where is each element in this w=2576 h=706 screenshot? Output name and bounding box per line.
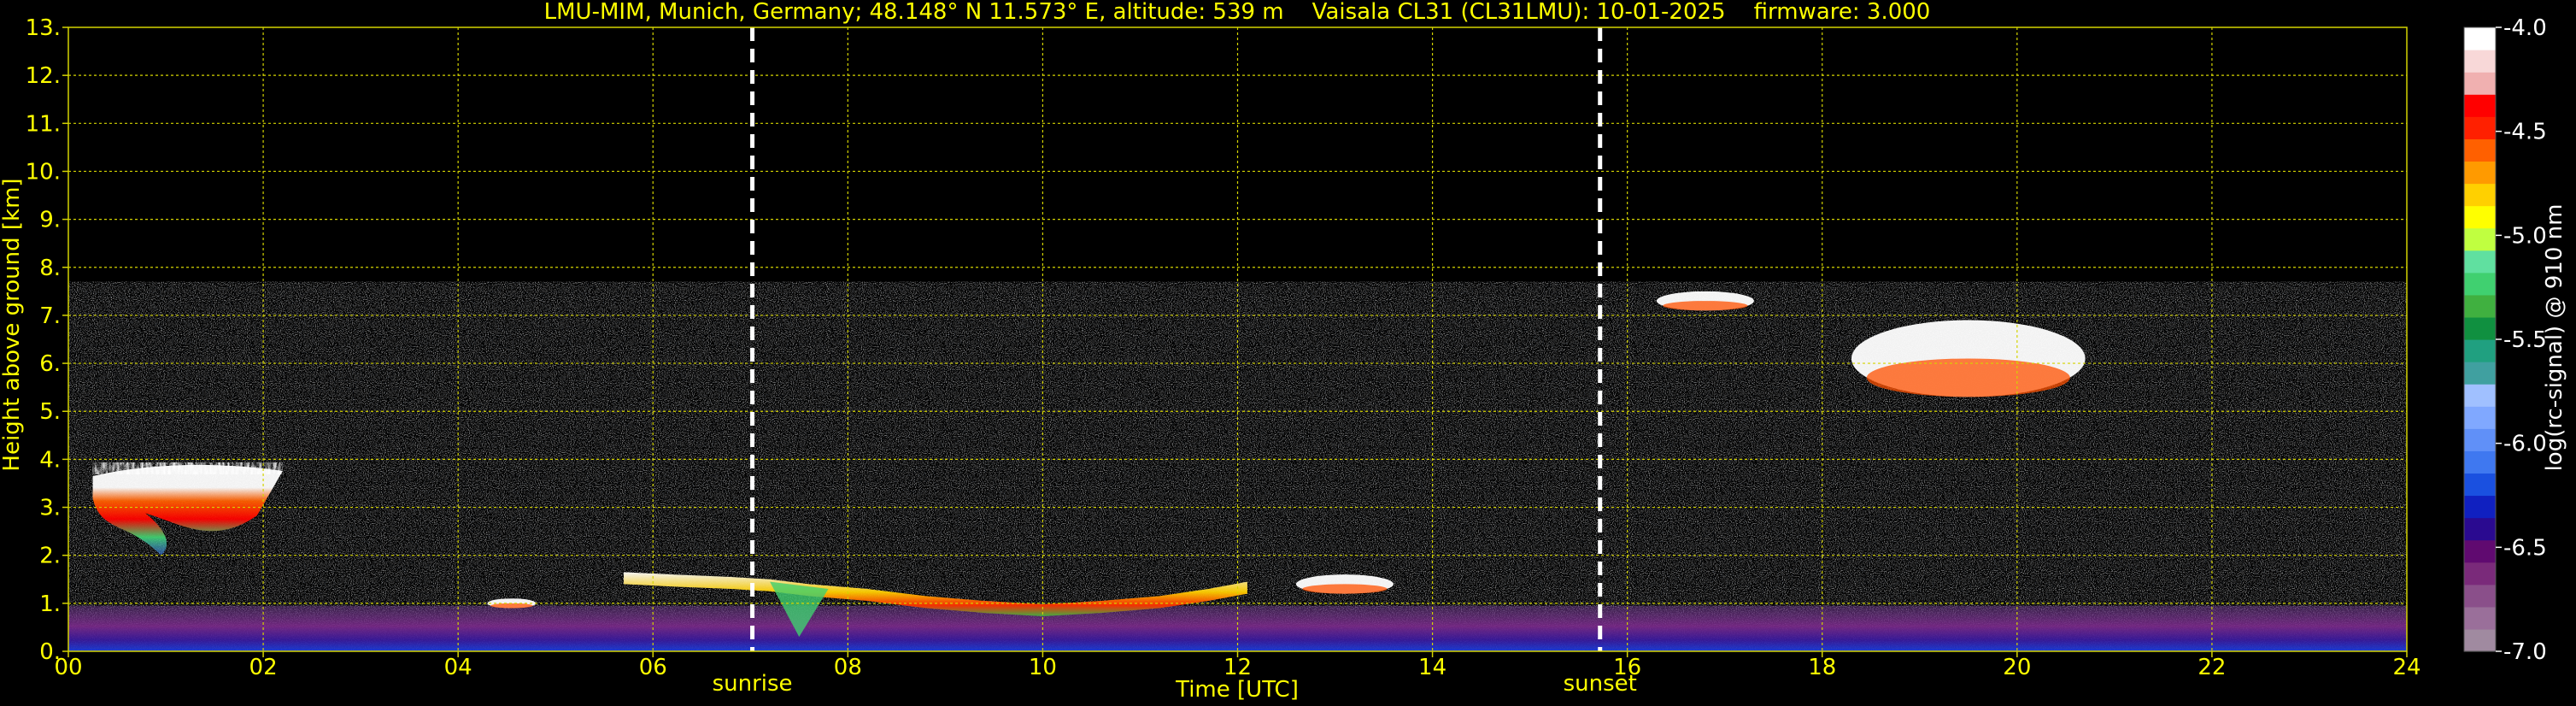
y-tick-label: 1. bbox=[39, 591, 61, 617]
colorbar-segment bbox=[2464, 606, 2496, 630]
cloud-patch bbox=[1656, 291, 1754, 311]
colorbar-segment bbox=[2464, 584, 2496, 608]
x-tick-label: 22 bbox=[2198, 655, 2226, 680]
colorbar-segment bbox=[2464, 450, 2496, 474]
cloud-patch bbox=[1851, 320, 2086, 397]
colorbar-segment bbox=[2464, 339, 2496, 362]
colorbar-segment bbox=[2464, 50, 2496, 73]
colorbar-tick-label: -4.0 bbox=[2503, 15, 2547, 41]
x-tick-label: 18 bbox=[1808, 655, 1836, 680]
y-tick-label: 5. bbox=[39, 399, 61, 425]
colorbar-segment bbox=[2464, 316, 2496, 340]
x-tick-label: 06 bbox=[639, 655, 667, 680]
backscatter-chart: sunrise sunset 00 02 04 06 08 10 12 14 16 18 20 22 24… bbox=[0, 0, 2567, 703]
cloud-base bbox=[1663, 301, 1748, 311]
colorbar-tick-labels: -4.0 -4.5 -5.0 -5.5 -6.0 -6.5 -7.0 bbox=[2496, 15, 2547, 665]
y-tick-label: 3. bbox=[39, 496, 61, 521]
colorbar-tick-label: -7.0 bbox=[2503, 639, 2547, 665]
colorbar-segment bbox=[2464, 138, 2496, 162]
colorbar-segment bbox=[2464, 473, 2496, 497]
colorbar-tick-label: -5.5 bbox=[2503, 327, 2547, 353]
x-tick-label: 02 bbox=[249, 655, 278, 680]
colorbar-tick-label: -6.5 bbox=[2503, 535, 2547, 561]
x-tick-label: 10 bbox=[1029, 655, 1057, 680]
x-tick-label: 16 bbox=[1613, 655, 1641, 680]
y-tick-label: 6. bbox=[39, 351, 61, 377]
x-tick-label: 14 bbox=[1418, 655, 1446, 680]
colorbar-tick-label: -5.0 bbox=[2503, 223, 2547, 249]
colorbar-tick-label: -6.0 bbox=[2503, 432, 2547, 457]
cloud-base bbox=[490, 603, 533, 609]
colorbar-segment bbox=[2464, 72, 2496, 95]
colorbar-segment bbox=[2464, 27, 2496, 50]
x-tick-label: 24 bbox=[2392, 655, 2421, 680]
colorbar-label: log(rc-signal) @ 910 nm bbox=[2542, 204, 2567, 472]
x-tick-labels: 00 02 04 06 08 10 12 14 16 18 20 22 24 bbox=[54, 651, 2421, 680]
colorbar-segment bbox=[2464, 161, 2496, 185]
cloud-base bbox=[1302, 584, 1388, 594]
y-tick-label: 12. bbox=[26, 63, 61, 89]
colorbar-segment bbox=[2464, 517, 2496, 541]
x-tick-label: 08 bbox=[834, 655, 862, 680]
y-tick-labels: 0. 1. 2. 3. 4. 5. 6. 7. 8. 9. 10. 11. 12. 13. bbox=[26, 15, 68, 665]
ceilometer-figure: sunrise sunset 00 02 04 06 08 10 12 14 16 18 20 22 24… bbox=[0, 0, 2576, 706]
chart-title: LMU-MIM, Munich, Germany; 48.148° N 11.5… bbox=[544, 0, 1931, 25]
y-tick-label: 8. bbox=[39, 256, 61, 281]
event-label-sunrise: sunrise bbox=[713, 671, 793, 697]
colorbar-segment bbox=[2464, 428, 2496, 451]
colorbar-segment bbox=[2464, 384, 2496, 407]
y-axis-label: Height above ground [km] bbox=[0, 178, 25, 471]
colorbar-segment bbox=[2464, 183, 2496, 207]
y-tick-label: 13. bbox=[26, 15, 61, 41]
colorbar-segment bbox=[2464, 294, 2496, 318]
colorbar-segment bbox=[2464, 116, 2496, 139]
y-tick-label: 11. bbox=[26, 111, 61, 137]
cloud-deck-top bbox=[92, 462, 283, 474]
colorbar-segment bbox=[2464, 406, 2496, 429]
colorbar-segment bbox=[2464, 562, 2496, 585]
colorbar-segment bbox=[2464, 227, 2496, 251]
y-tick-label: 9. bbox=[39, 208, 61, 233]
x-tick-label: 20 bbox=[2003, 655, 2031, 680]
colorbar-segment bbox=[2464, 250, 2496, 274]
colorbar-segment bbox=[2464, 539, 2496, 563]
y-tick-label: 2. bbox=[39, 544, 61, 569]
cloud-patch bbox=[1295, 574, 1394, 594]
y-tick-label: 4. bbox=[39, 447, 61, 473]
cloud-base bbox=[1866, 358, 2070, 397]
x-axis-label: Time [UTC] bbox=[1175, 677, 1299, 703]
colorbar-segment bbox=[2464, 94, 2496, 117]
y-tick-label: 10. bbox=[26, 159, 61, 185]
x-tick-label: 04 bbox=[444, 655, 472, 680]
colorbar-segment bbox=[2464, 272, 2496, 296]
y-tick-label: 7. bbox=[39, 303, 61, 329]
colorbar bbox=[2463, 26, 2497, 652]
colorbar-segment bbox=[2464, 628, 2496, 652]
colorbar-segment bbox=[2464, 362, 2496, 385]
colorbar-segment bbox=[2464, 205, 2496, 229]
colorbar-segment bbox=[2464, 495, 2496, 519]
y-tick-label: 0. bbox=[39, 639, 61, 665]
colorbar-tick-label: -4.5 bbox=[2503, 120, 2547, 145]
